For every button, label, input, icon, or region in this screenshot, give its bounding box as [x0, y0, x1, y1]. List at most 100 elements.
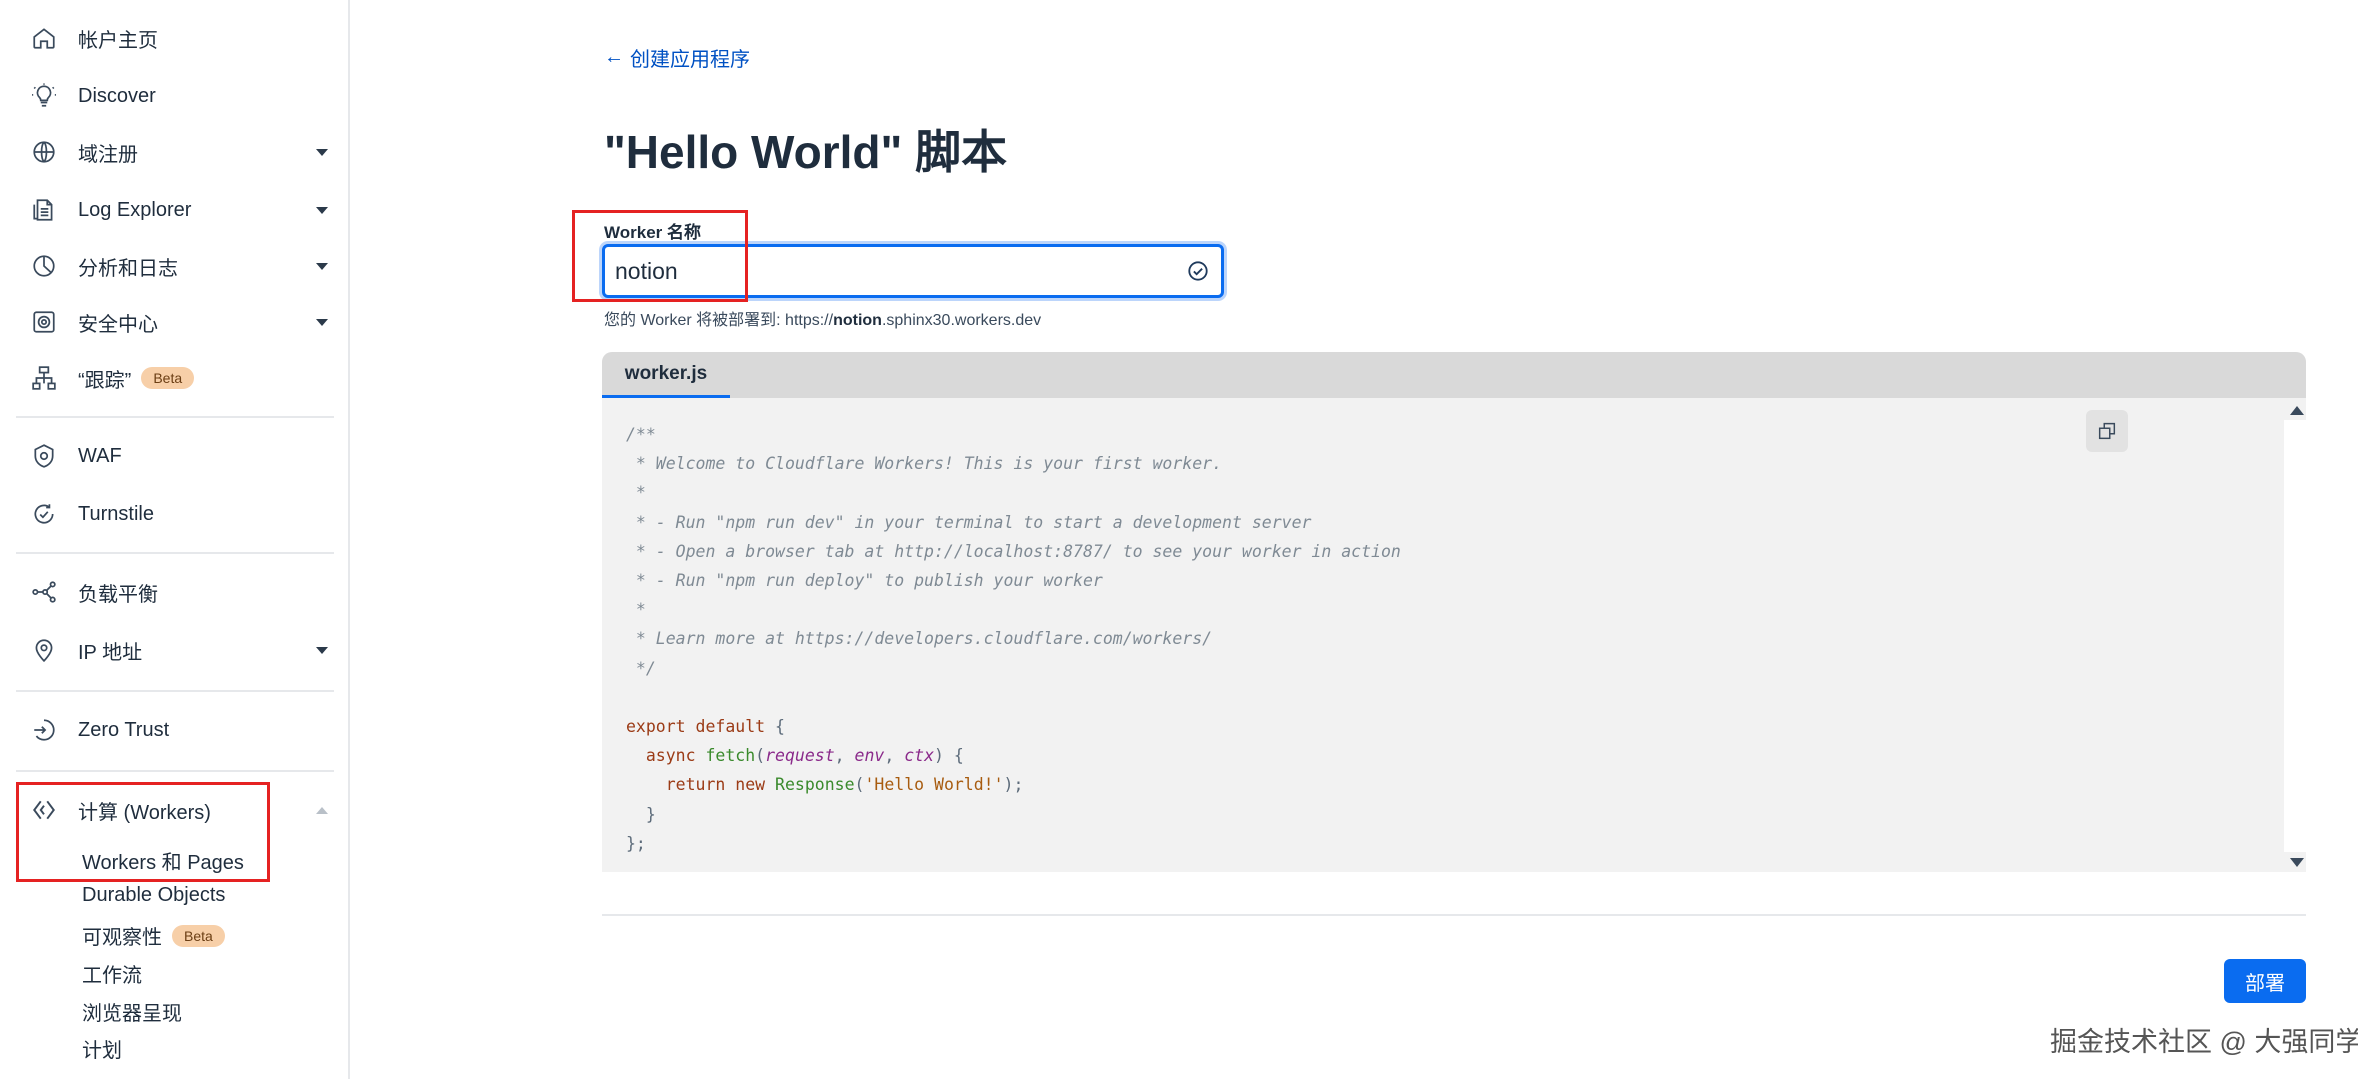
code-line: *	[626, 483, 646, 503]
scroll-up-arrow-icon[interactable]	[2290, 406, 2304, 415]
app-window: 帐户主页 Discover 域注册 Log Explorer 分析和日志 安全中…	[0, 0, 2358, 1079]
sidebar-item-discover[interactable]: Discover	[16, 70, 334, 122]
code-content[interactable]: /** * Welcome to Cloudflare Workers! Thi…	[626, 420, 1401, 858]
sidebar-item-trace[interactable]: “跟踪” Beta	[16, 352, 334, 404]
check-circle-icon	[1188, 261, 1208, 281]
code-line: * - Open a browser tab at http://localho…	[626, 541, 1401, 561]
sidebar-subitem-label: 计划	[82, 1040, 122, 1062]
watermark-text: 掘金技术社区 @ 大强同学	[2050, 1027, 2358, 1057]
document-icon	[30, 196, 58, 224]
code-line: /**	[626, 425, 656, 444]
sidebar-item-turnstile[interactable]: Turnstile	[16, 488, 334, 540]
sidebar-item-log-explorer[interactable]: Log Explorer	[16, 184, 334, 236]
sidebar-item-domain-registration[interactable]: 域注册	[16, 126, 334, 178]
code-class: Response	[775, 775, 855, 795]
sidebar-item-analytics-logs[interactable]: 分析和日志	[16, 240, 334, 292]
worker-name-input[interactable]	[615, 257, 1155, 285]
tab-worker-js[interactable]: worker.js	[602, 352, 730, 398]
lightbulb-icon	[30, 82, 58, 110]
deploy-note-name: notion	[833, 312, 882, 329]
sidebar-subitem-browser-rendering[interactable]: 浏览器呈现	[82, 997, 182, 1026]
sidebar-item-waf[interactable]: WAF	[16, 430, 334, 482]
editor-scrollbar[interactable]	[2284, 420, 2306, 852]
sidebar-item-label: “跟踪”	[78, 369, 132, 392]
shield-icon	[30, 442, 58, 470]
code-line: * Learn more at https://developers.cloud…	[626, 629, 1213, 649]
sidebar-subitem-label: 工作流	[82, 965, 142, 987]
sidebar-item-zero-trust[interactable]: Zero Trust	[16, 704, 334, 756]
sidebar-item-label: 帐户主页	[78, 29, 158, 52]
sidebar-item-account-home[interactable]: 帐户主页	[16, 12, 334, 64]
chevron-down-icon[interactable]	[316, 319, 328, 326]
sidebar-divider	[16, 690, 334, 692]
sidebar-item-label: IP 地址	[78, 641, 143, 664]
sidebar-item-label: 计算 (Workers)	[78, 801, 211, 824]
sidebar-item-compute-workers[interactable]: 计算 (Workers)	[16, 784, 334, 836]
page-title: "Hello World" 脚本	[604, 126, 1008, 178]
sidebar-subitem-label: 浏览器呈现	[82, 1003, 182, 1025]
sidebar-item-label: 负载平衡	[78, 583, 158, 606]
turnstile-icon	[30, 500, 58, 528]
deploy-note-suffix: .sphinx30.workers.dev	[881, 312, 1042, 329]
security-center-icon	[30, 308, 58, 336]
code-param: env	[854, 746, 885, 766]
worker-name-field[interactable]	[602, 244, 1224, 298]
chevron-down-icon[interactable]	[316, 149, 328, 156]
sidebar-subitem-label: Durable Objects	[82, 884, 226, 906]
code-keyword: return	[665, 775, 726, 795]
beta-badge: Beta	[141, 367, 195, 389]
scroll-down-arrow-icon[interactable]	[2290, 858, 2304, 867]
sidebar-item-label: Discover	[78, 84, 156, 107]
sidebar-divider	[16, 552, 334, 554]
sidebar-subitem-observability[interactable]: 可观察性 Beta	[82, 921, 225, 950]
sidebar-subitem-workers-pages[interactable]: Workers 和 Pages	[82, 846, 244, 875]
sidebar-item-label: 域注册	[78, 143, 138, 166]
chevron-down-icon[interactable]	[316, 263, 328, 270]
main-content: ← 创建应用程序 "Hello World" 脚本 Worker 名称 您的 W…	[350, 0, 2358, 1079]
deploy-button[interactable]: 部署	[2224, 959, 2306, 1003]
sidebar-item-security-center[interactable]: 安全中心	[16, 296, 334, 348]
sidebar-item-label: Log Explorer	[78, 198, 192, 221]
code-keyword: default	[695, 717, 766, 737]
content-divider	[602, 914, 2306, 916]
load-balancing-icon	[30, 578, 58, 606]
pie-chart-icon	[30, 252, 58, 280]
copy-icon	[2098, 422, 2116, 440]
sidebar-item-ip-address[interactable]: IP 地址	[16, 624, 334, 676]
sidebar-subitem-label: 可观察性	[82, 927, 162, 949]
deploy-url-note: 您的 Worker 将被部署到: https://notion.sphinx30…	[604, 306, 1041, 330]
code-line: */	[626, 658, 656, 678]
code-line: * - Run "npm run deploy" to publish your…	[626, 571, 1103, 591]
copy-code-button[interactable]	[2086, 410, 2128, 452]
location-pin-icon	[30, 636, 58, 664]
chevron-down-icon[interactable]	[316, 647, 328, 654]
chevron-up-icon[interactable]	[316, 807, 328, 814]
code-keyword: new	[735, 775, 766, 795]
code-keyword: async	[645, 746, 696, 766]
beta-badge: Beta	[172, 924, 225, 947]
code-keyword: export	[626, 717, 686, 737]
globe-icon	[30, 138, 58, 166]
sidebar-divider	[16, 770, 334, 772]
code-param: request	[765, 746, 835, 766]
sidebar-subitem-plans[interactable]: 计划	[82, 1034, 122, 1063]
code-editor[interactable]: worker.js /** * Welcome to Cloudflare Wo…	[602, 352, 2306, 872]
sidebar-item-label: 分析和日志	[78, 257, 178, 280]
back-link-create-application[interactable]: ← 创建应用程序	[604, 43, 750, 72]
sidebar-subitem-label: Workers 和 Pages	[82, 852, 244, 874]
back-link-label: 创建应用程序	[630, 49, 750, 71]
chevron-down-icon[interactable]	[316, 207, 328, 214]
code-line: *	[626, 600, 646, 620]
code-line: * Welcome to Cloudflare Workers! This is…	[626, 454, 1223, 474]
editor-tab-bar: worker.js	[602, 352, 2306, 398]
sidebar-subitem-workflows[interactable]: 工作流	[82, 959, 142, 988]
trace-icon	[30, 364, 58, 392]
home-icon	[30, 24, 58, 52]
sidebar-item-label: 安全中心	[78, 313, 158, 336]
code-string: 'Hello World!'	[864, 775, 1004, 795]
sidebar-subitem-durable-objects[interactable]: Durable Objects	[82, 884, 225, 907]
deploy-note-prefix: 您的 Worker 将被部署到: https://	[604, 312, 834, 329]
sidebar-item-label: Turnstile	[78, 502, 154, 525]
worker-name-label: Worker 名称	[604, 223, 701, 242]
sidebar-item-load-balancing[interactable]: 负载平衡	[16, 566, 334, 618]
